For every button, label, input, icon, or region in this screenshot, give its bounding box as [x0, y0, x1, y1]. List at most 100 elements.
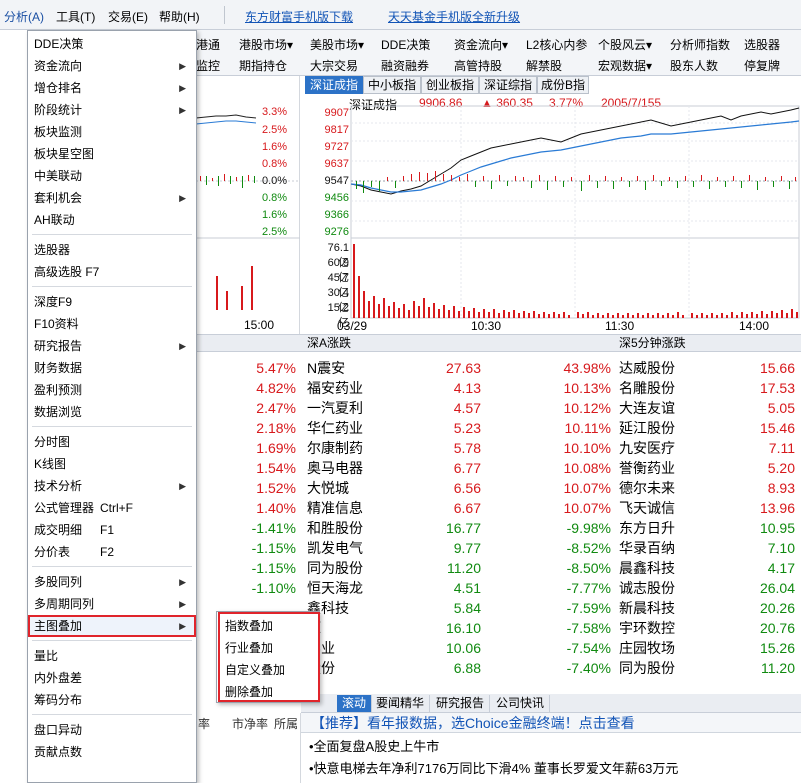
table-row[interactable]: 精准信息 6.67 10.07%: [301, 498, 613, 518]
tab-news-rolling[interactable]: 滚动: [337, 695, 373, 712]
menu-item[interactable]: AH联动: [28, 209, 196, 231]
menu-trade[interactable]: 交易(E): [108, 8, 148, 25]
table-row[interactable]: 九安医疗 7.11: [613, 438, 801, 458]
table-row[interactable]: 新晨科技 20.26: [613, 598, 801, 618]
toolbar-hk-market[interactable]: 港股市场▾: [239, 36, 293, 53]
tab-research-report[interactable]: 研究报告: [431, 695, 491, 712]
table-row[interactable]: 恒天海龙 4.51 -7.77%: [301, 578, 613, 598]
tab-news-highlights[interactable]: 要闻精华: [371, 695, 431, 712]
submenu-delete-overlay[interactable]: 删除叠加: [217, 681, 319, 703]
menu-item[interactable]: 分时图: [28, 431, 196, 453]
table-row[interactable]: 德尔未来 8.93: [613, 478, 801, 498]
menu-item[interactable]: 资金流向 ▶: [28, 55, 196, 77]
menu-item[interactable]: 公式管理器 Ctrl+F: [28, 497, 196, 519]
toolbar-unlock[interactable]: 解禁股: [526, 57, 562, 74]
table-row[interactable]: 大连友谊 5.05: [613, 398, 801, 418]
table-row[interactable]: 大悦城 6.56 10.07%: [301, 478, 613, 498]
toolbar-block-trade[interactable]: 大宗交易: [310, 57, 358, 74]
menu-item[interactable]: 财务数据: [28, 357, 196, 379]
toolbar-margin[interactable]: 融资融券: [381, 57, 429, 74]
menu-item[interactable]: 板块监测: [28, 121, 196, 143]
table-row[interactable]: 延江股份 15.46: [613, 418, 801, 438]
link-mobile-download[interactable]: 东方财富手机版下载: [245, 8, 353, 25]
szse-a-header[interactable]: 深A涨跌: [301, 334, 613, 352]
toolbar-macro-data[interactable]: 宏观数据▾: [598, 57, 652, 74]
toolbar-shareholders[interactable]: 股东人数: [670, 57, 718, 74]
table-row[interactable]: 同为股份 11.20: [613, 658, 801, 678]
menu-item[interactable]: 内外盘差: [28, 667, 196, 689]
table-row[interactable]: 实业 10.06 -7.54%: [301, 638, 613, 658]
menu-item[interactable]: 深度F9: [28, 291, 196, 313]
submenu-industry-overlay[interactable]: 行业叠加: [217, 637, 319, 659]
table-row[interactable]: 和胜股份 16.77 -9.98%: [301, 518, 613, 538]
left-intraday-chart[interactable]: 3.3% 2.5% 1.6% 0.8% 0.0% 0.8% 1.6% 2.5% …: [196, 76, 300, 334]
table-row[interactable]: 名雕股份 17.53: [613, 378, 801, 398]
menu-tools[interactable]: 工具(T): [56, 8, 95, 25]
table-row[interactable]: 宇环数控 20.76: [613, 618, 801, 638]
table-row[interactable]: 股份 6.88 -7.40%: [301, 658, 613, 678]
toolbar-us-market[interactable]: 美股市场▾: [310, 36, 364, 53]
menu-item[interactable]: 多股同列 ▶: [28, 571, 196, 593]
table-row[interactable]: 奥马电器 6.77 10.08%: [301, 458, 613, 478]
table-row[interactable]: 源16.10-7.58%: [301, 618, 613, 638]
toolbar-stock-screener[interactable]: 选股器: [744, 36, 780, 53]
menu-item[interactable]: 筹码分布: [28, 689, 196, 711]
toolbar-analyst-index[interactable]: 分析师指数: [670, 36, 730, 53]
menu-item[interactable]: 套利机会 ▶: [28, 187, 196, 209]
toolbar-dde[interactable]: DDE决策: [381, 36, 430, 53]
table-row[interactable]: 华仁药业 5.23 10.11%: [301, 418, 613, 438]
table-row[interactable]: 东方日升 10.95: [613, 518, 801, 538]
menu-item[interactable]: 增仓排名 ▶: [28, 77, 196, 99]
menu-item[interactable]: 技术分析 ▶: [28, 475, 196, 497]
menu-item[interactable]: 分价表 F2: [28, 541, 196, 563]
table-row[interactable]: 一汽夏利 4.57 10.12%: [301, 398, 613, 418]
menu-item[interactable]: K线图: [28, 453, 196, 475]
submenu-custom-overlay[interactable]: 自定义叠加: [217, 659, 319, 681]
promo-banner[interactable]: 【推荐】看年报数据，选Choice金融终端！点击查看: [301, 713, 801, 733]
submenu-index-overlay[interactable]: 指数叠加: [217, 615, 319, 637]
tab-company-news[interactable]: 公司快讯: [491, 695, 551, 712]
table-row[interactable]: 誉衡药业 5.20: [613, 458, 801, 478]
table-row[interactable]: 庄园牧场 15.26: [613, 638, 801, 658]
menu-item[interactable]: F10资料: [28, 313, 196, 335]
news-item[interactable]: •快意电梯去年净利7176万同比下滑4% 董事长罗爱文年薪63万元: [301, 758, 801, 780]
table-row[interactable]: 诚志股份 26.04: [613, 578, 801, 598]
table-row[interactable]: N震安 27.63 43.98%: [301, 358, 613, 378]
index-intraday-chart[interactable]: 深证成指 中小板指 创业板指 深证综指 成份B指 深证成指 9906.86 ▲ …: [301, 76, 801, 334]
toolbar-capital-flow[interactable]: 资金流向▾: [454, 36, 508, 53]
news-item[interactable]: •全面复盘A股史上牛市: [301, 736, 801, 758]
toolbar-futures-position[interactable]: 期指持仓: [239, 57, 287, 74]
menu-item[interactable]: 成交明细 F1: [28, 519, 196, 541]
menu-item[interactable]: 盘口异动: [28, 719, 196, 741]
menu-item[interactable]: 主图叠加 ▶: [28, 615, 196, 637]
table-row[interactable]: 鑫科技 5.84 -7.59%: [301, 598, 613, 618]
menu-item[interactable]: 选股器: [28, 239, 196, 261]
menu-item[interactable]: 研究报告 ▶: [28, 335, 196, 357]
menu-item[interactable]: 板块星空图: [28, 143, 196, 165]
table-row[interactable]: 晨鑫科技 4.17: [613, 558, 801, 578]
menu-analysis[interactable]: 分析(A): [4, 8, 44, 25]
menu-help[interactable]: 帮助(H): [159, 8, 200, 25]
table-row[interactable]: 飞天诚信 13.96: [613, 498, 801, 518]
menu-item[interactable]: 数据浏览: [28, 401, 196, 423]
link-fund-upgrade[interactable]: 天天基金手机版全新升级: [388, 8, 520, 25]
menu-item[interactable]: 贡献点数: [28, 741, 196, 763]
toolbar-exec-holding[interactable]: 高管持股: [454, 57, 502, 74]
toolbar-fragment[interactable]: 监控: [196, 57, 220, 74]
toolbar-suspension[interactable]: 停复牌: [744, 57, 780, 74]
menu-item[interactable]: 多周期同列 ▶: [28, 593, 196, 615]
table-row[interactable]: 凯发电气 9.77 -8.52%: [301, 538, 613, 558]
menu-item[interactable]: 量比: [28, 645, 196, 667]
menu-item[interactable]: 中美联动: [28, 165, 196, 187]
menu-item[interactable]: 盈利预测: [28, 379, 196, 401]
table-row[interactable]: 华录百纳 7.10: [613, 538, 801, 558]
menu-item[interactable]: DDE决策: [28, 33, 196, 55]
table-row[interactable]: 尔康制药 5.78 10.10%: [301, 438, 613, 458]
table-row[interactable]: 福安药业 4.13 10.13%: [301, 378, 613, 398]
menu-item[interactable]: 阶段统计 ▶: [28, 99, 196, 121]
table-row[interactable]: 达威股份 15.66: [613, 358, 801, 378]
toolbar-l2-core[interactable]: L2核心内参: [526, 36, 587, 53]
menu-item[interactable]: 高级选股 F7: [28, 261, 196, 283]
table-row[interactable]: 同为股份 11.20 -8.50%: [301, 558, 613, 578]
toolbar-stock-news[interactable]: 个股风云▾: [598, 36, 652, 53]
